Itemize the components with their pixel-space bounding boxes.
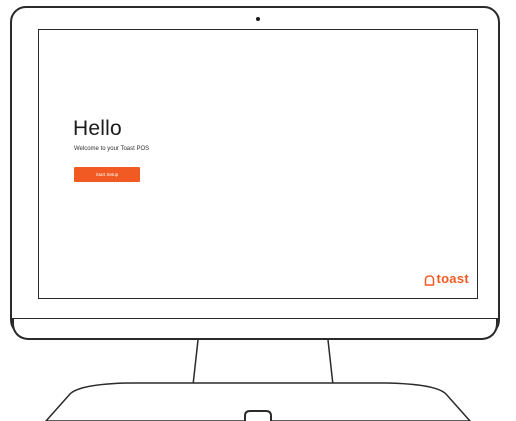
- monitor-base: [44, 382, 472, 421]
- welcome-heading: Hello: [73, 117, 122, 140]
- camera-icon: [256, 17, 260, 21]
- pos-screen: Hello Welcome to your Toast POS Start Se…: [38, 29, 478, 299]
- welcome-subtitle: Welcome to your Toast POS: [74, 146, 150, 152]
- toast-logo: toast: [424, 271, 469, 286]
- monitor-bezel-bottom: [12, 318, 498, 340]
- toast-bread-icon: [424, 273, 435, 286]
- start-setup-button[interactable]: Start Setup: [74, 167, 140, 182]
- bezel-divider: [14, 318, 496, 319]
- logo-text: toast: [436, 271, 469, 286]
- monitor-device: Hello Welcome to your Toast POS Start Se…: [0, 0, 516, 421]
